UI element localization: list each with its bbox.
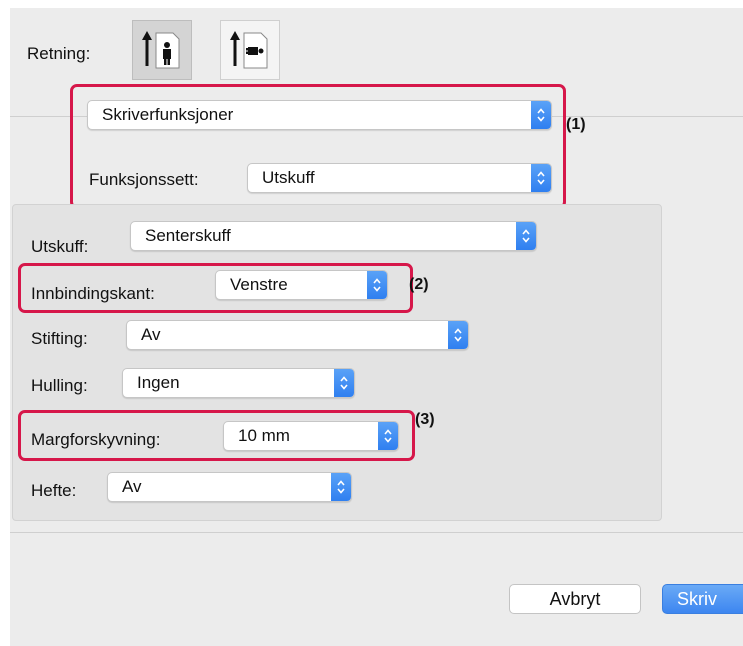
portrait-person-icon xyxy=(142,31,180,69)
punching-stepper-icon xyxy=(334,369,354,397)
output-tray-stepper-icon xyxy=(516,222,536,250)
orientation-label: Retning: xyxy=(27,44,91,63)
bottom-divider xyxy=(10,532,743,533)
callout-1-label: (1) xyxy=(566,116,586,133)
output-tray-label: Utskuff: xyxy=(31,237,89,256)
booklet-stepper-icon xyxy=(331,473,351,501)
stapling-label: Stifting: xyxy=(31,329,88,348)
cancel-button[interactable]: Avbryt xyxy=(509,584,641,614)
callout-3-label: (3) xyxy=(415,411,435,428)
booklet-select[interactable]: Av xyxy=(107,472,352,502)
callout-2-highlight xyxy=(18,263,413,313)
print-button[interactable]: Skriv xyxy=(662,584,743,614)
booklet-value: Av xyxy=(122,477,142,496)
stapling-value: Av xyxy=(141,325,161,344)
punching-label: Hulling: xyxy=(31,376,88,395)
stapling-stepper-icon xyxy=(448,321,468,349)
print-dialog: Retning: Skriverfunksjoner Funksjonssett… xyxy=(10,8,743,646)
callout-3-highlight xyxy=(18,410,415,461)
stapling-select[interactable]: Av xyxy=(126,320,469,350)
punching-select[interactable]: Ingen xyxy=(122,368,355,398)
booklet-label: Hefte: xyxy=(31,481,77,500)
orientation-landscape-button[interactable] xyxy=(220,20,280,80)
punching-value: Ingen xyxy=(137,373,180,392)
output-tray-value: Senterskuff xyxy=(145,226,231,245)
callout-2-label: (2) xyxy=(409,276,429,293)
landscape-person-icon xyxy=(230,31,268,69)
orientation-portrait-button[interactable] xyxy=(132,20,192,80)
output-tray-select[interactable]: Senterskuff xyxy=(130,221,537,251)
callout-1-highlight xyxy=(70,84,566,209)
